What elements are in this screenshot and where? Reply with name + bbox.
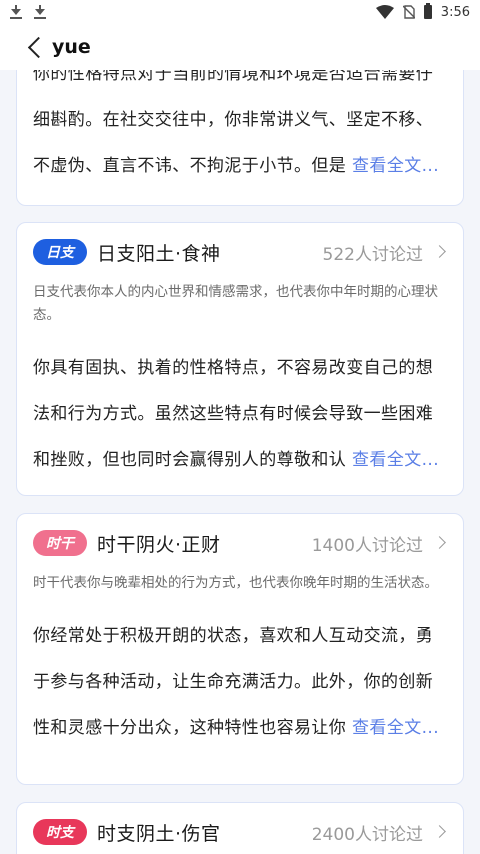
nav-bar: yue <box>0 24 480 70</box>
body-line: 和挫败，但也同时会赢得别人的尊敬和认 查看全文... <box>33 450 440 470</box>
read-more-link[interactable]: 查看全文... <box>352 718 439 738</box>
card-body: 你经常处于积极开朗的状态，喜欢和人互动交流，勇 于参与各种活动，让生命充满活力。… <box>17 613 463 751</box>
discussion-count: 2400人讨论过 <box>311 824 423 845</box>
status-bar: 3:56 <box>0 0 480 24</box>
battery-icon <box>423 3 432 19</box>
download-icon <box>10 5 22 19</box>
back-icon[interactable] <box>26 35 44 59</box>
reading-card: 你的性格特点对于当前的情境和环境是否适合需要仔 细斟酌。在社交交往中，你非常讲义… <box>16 70 464 206</box>
body-line: 法和行为方式。虽然这些特点有时候会导致一些困难 <box>33 404 434 424</box>
card-title: 时干阴火·正财 <box>97 533 221 556</box>
chevron-right-icon[interactable] <box>435 537 447 549</box>
chevron-right-icon[interactable] <box>435 246 447 258</box>
discussion-count: 1400人讨论过 <box>311 535 423 556</box>
body-line: 你具有固执、执着的性格特点，不容易改变自己的想 <box>33 358 434 378</box>
card-title: 时支阴土·伤官 <box>97 822 221 845</box>
pillar-tag: 时支 <box>33 819 87 845</box>
card-description: 日支代表你本人的内心世界和情感需求，也代表你中年时期的心理状态。 <box>33 284 438 323</box>
card-description: 时干代表你与晚辈相处的行为方式，也代表你晚年时期的生活状态。 <box>33 575 438 591</box>
wifi-icon <box>375 5 394 19</box>
card-header[interactable]: 时干 时干阴火·正财 1400人讨论过 <box>17 514 463 572</box>
pillar-tag: 日支 <box>33 239 87 265</box>
content-scroll[interactable]: 你的性格特点对于当前的情境和环境是否适合需要仔 细斟酌。在社交交往中，你非常讲义… <box>0 70 480 854</box>
card-body: 你的性格特点对于当前的情境和环境是否适合需要仔 细斟酌。在社交交往中，你非常讲义… <box>17 70 463 189</box>
no-sim-icon <box>402 5 415 19</box>
download-icon <box>34 5 46 19</box>
chevron-right-icon[interactable] <box>435 826 447 838</box>
read-more-link[interactable]: 查看全文... <box>352 156 439 176</box>
read-more-link[interactable]: 查看全文... <box>352 450 439 470</box>
reading-card: 时支 时支阴土·伤官 2400人讨论过 <box>16 802 464 854</box>
card-header[interactable]: 日支 日支阳土·食神 522人讨论过 <box>17 223 463 281</box>
body-line: 你的性格特点对于当前的情境和环境是否适合需要仔 <box>33 70 434 84</box>
reading-card: 时干 时干阴火·正财 1400人讨论过 时干代表你与晚辈相处的行为方式，也代表你… <box>16 513 464 785</box>
card-title: 日支阳土·食神 <box>97 242 221 265</box>
body-line: 你经常处于积极开朗的状态，喜欢和人互动交流，勇 <box>33 626 434 646</box>
body-line: 细斟酌。在社交交往中，你非常讲义气、坚定不移、 <box>33 110 434 130</box>
body-line: 性和灵感十分出众，这种特性也容易让你 查看全文... <box>33 718 440 738</box>
body-line: 不虚伪、直言不讳、不拘泥于小节。但是 查看全文... <box>33 156 440 176</box>
body-line: 于参与各种活动，让生命充满活力。此外，你的创新 <box>33 672 434 692</box>
page-title: yue <box>52 36 91 58</box>
reading-card: 日支 日支阳土·食神 522人讨论过 日支代表你本人的内心世界和情感需求，也代表… <box>16 222 464 496</box>
status-time: 3:56 <box>440 4 470 20</box>
status-right: 3:56 <box>375 3 470 20</box>
pillar-tag: 时干 <box>33 530 87 556</box>
status-left <box>10 5 46 19</box>
discussion-count: 522人讨论过 <box>322 244 423 265</box>
card-header[interactable]: 时支 时支阴土·伤官 2400人讨论过 <box>17 803 463 854</box>
card-body: 你具有固执、执着的性格特点，不容易改变自己的想 法和行为方式。虽然这些特点有时候… <box>17 345 463 483</box>
